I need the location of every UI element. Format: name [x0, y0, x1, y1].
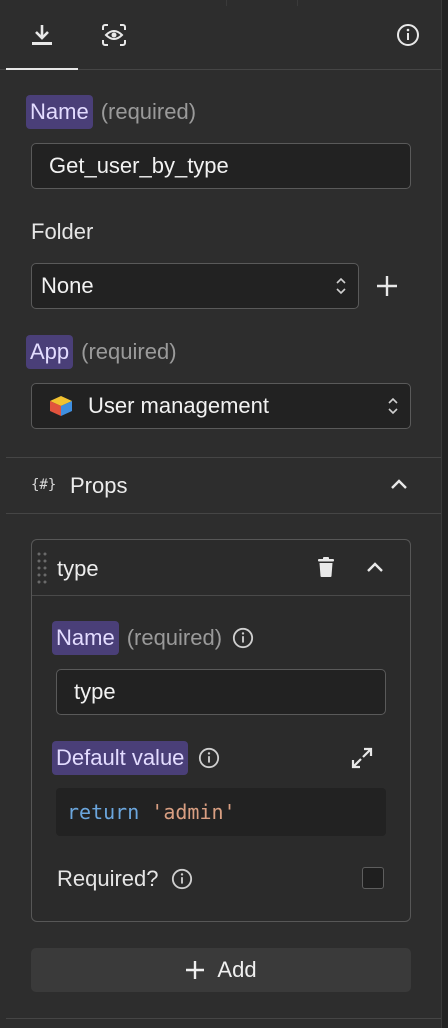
folder-select[interactable]: None: [31, 263, 359, 309]
trash-icon[interactable]: [318, 557, 334, 577]
name-input-value: Get_user_by_type: [49, 153, 229, 178]
info-icon[interactable]: [232, 627, 254, 649]
props-section-header[interactable]: {#} Props: [6, 458, 442, 514]
properties-panel: Name (required) Get_user_by_type Folder …: [0, 0, 442, 1028]
required-label: Required?: [57, 866, 159, 891]
tab-info[interactable]: [374, 0, 442, 69]
panel-scroll-edge: [441, 0, 448, 1028]
divider: [226, 0, 227, 6]
add-prop-button[interactable]: Add: [31, 948, 411, 992]
prop-name-required-hint: (required): [126, 625, 223, 650]
app-label: App: [26, 335, 74, 369]
name-label: Name: [26, 95, 93, 129]
default-value-label: Default value: [52, 741, 189, 775]
info-icon[interactable]: [171, 868, 193, 890]
chevron-up-icon[interactable]: [390, 478, 408, 490]
prop-name-input-value: type: [74, 679, 116, 704]
default-value-code-editor[interactable]: return 'admin': [56, 788, 386, 836]
app-required-hint: (required): [81, 339, 177, 364]
default-value-label-row: Default value: [52, 741, 220, 775]
code-keyword: return: [67, 800, 140, 824]
required-row: Required?: [57, 866, 193, 892]
eye-scan-icon: [102, 23, 126, 46]
chevron-up-icon[interactable]: [366, 561, 384, 573]
prop-card-title: type: [57, 556, 99, 581]
download-icon: [32, 24, 52, 45]
plus-icon: [186, 961, 205, 979]
folder-select-value: None: [41, 273, 94, 298]
plus-icon: [377, 276, 397, 296]
prop-name-label: Name: [52, 621, 119, 655]
divider: [297, 0, 298, 6]
chevron-updown-icon: [388, 397, 398, 415]
prop-card: type: [31, 539, 411, 922]
tab-preview[interactable]: [78, 0, 150, 69]
drag-handle-icon[interactable]: [37, 551, 47, 585]
add-folder-button[interactable]: [374, 273, 400, 299]
tab-bar: [0, 0, 442, 70]
props-title: Props: [70, 473, 128, 498]
app-cube-icon: [50, 396, 72, 416]
required-checkbox[interactable]: [362, 867, 384, 889]
app-select[interactable]: User management: [31, 383, 411, 429]
info-icon[interactable]: [198, 747, 220, 769]
add-prop-label: Add: [217, 957, 257, 982]
code-string: 'admin': [151, 800, 236, 824]
prop-name-input[interactable]: type: [56, 669, 386, 715]
chevron-updown-icon: [336, 277, 346, 295]
prop-card-header[interactable]: type: [32, 540, 410, 596]
app-label-row: App (required): [26, 335, 177, 369]
props-icon: {#}: [31, 477, 57, 493]
prop-name-label-row: Name (required): [52, 621, 254, 655]
section-divider: [6, 1018, 442, 1019]
name-label-row: Name (required): [26, 95, 196, 129]
name-required-hint: (required): [100, 99, 197, 124]
name-input[interactable]: Get_user_by_type: [31, 143, 411, 189]
expand-icon[interactable]: [351, 747, 373, 769]
app-select-value: User management: [88, 393, 269, 418]
tab-download[interactable]: [6, 0, 78, 70]
folder-label: Folder: [31, 219, 94, 244]
info-icon: [397, 23, 419, 46]
